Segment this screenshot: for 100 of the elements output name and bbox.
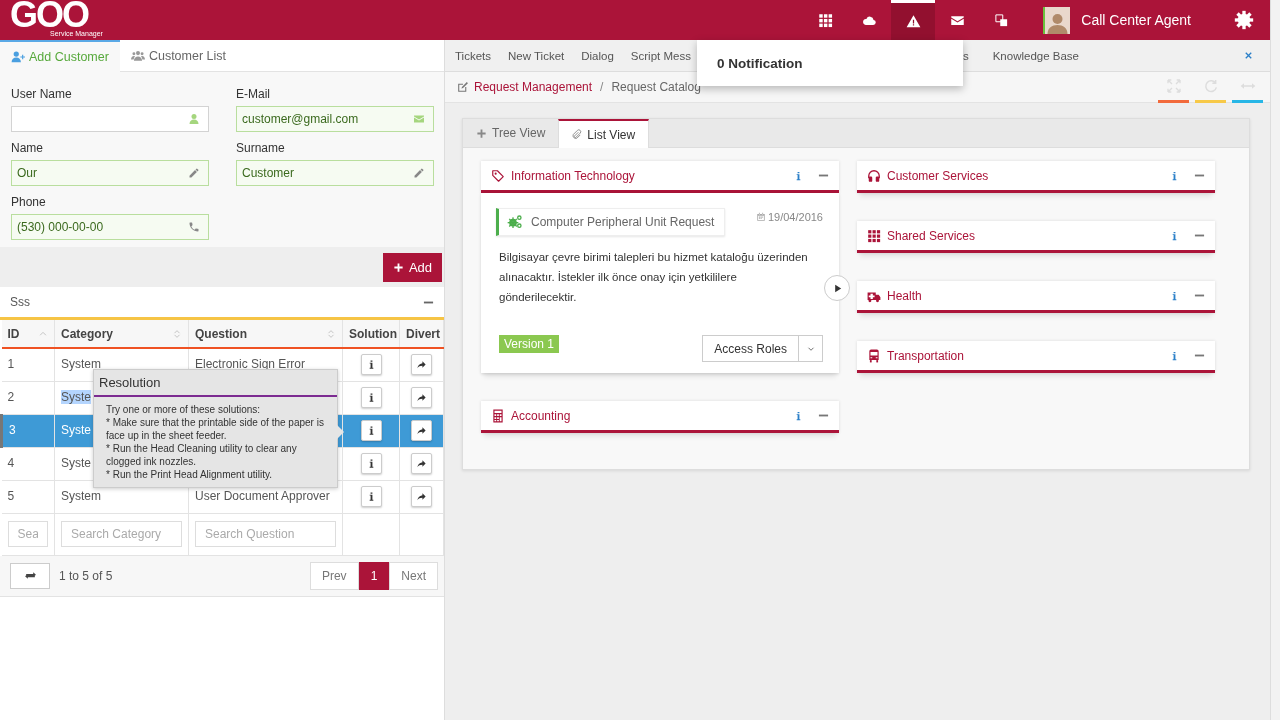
tooltip-text: Try one or more of these solutions: <box>106 403 262 416</box>
phone-icon <box>188 221 200 233</box>
tooltip-text: * Run the Head Cleaning utility to clear any clogged ink nozzles. <box>106 442 298 468</box>
bus-icon <box>867 348 881 363</box>
tooltip-text: * Make sure that the printable side of the paper is face up in the sheet feeder. <box>106 416 325 442</box>
input-field[interactable]: Customer <box>236 160 434 186</box>
tag-icon <box>491 168 505 183</box>
info-button[interactable] <box>360 387 382 408</box>
scrollbar[interactable] <box>1270 0 1280 720</box>
category-title: Health <box>887 288 922 303</box>
forward-arrow-icon <box>416 458 427 469</box>
request-tag[interactable]: Computer Peripheral Unit Request <box>496 208 726 236</box>
warning-button[interactable] <box>891 0 936 40</box>
request-date: 19/04/2016 <box>767 211 823 223</box>
input-field[interactable] <box>11 106 209 132</box>
field-label: Surname <box>236 140 286 156</box>
gears-icon <box>507 214 523 230</box>
nav-tab[interactable]: New Ticket <box>508 49 565 62</box>
table-cell: 5 <box>7 488 15 503</box>
prev-button[interactable]: Prev <box>309 561 359 590</box>
calendar-icon <box>755 212 766 222</box>
info-button[interactable] <box>360 420 382 441</box>
divert-button[interactable] <box>411 420 432 441</box>
close-icon[interactable] <box>1243 50 1254 61</box>
divert-button[interactable] <box>411 354 432 376</box>
info-button[interactable] <box>360 453 382 474</box>
divert-button[interactable] <box>411 486 432 507</box>
expand-icon <box>1165 78 1182 94</box>
forward-arrow-icon <box>416 359 427 371</box>
table-cell: Syste <box>61 389 91 404</box>
nav-tab[interactable]: Tickets <box>455 49 491 62</box>
column-header[interactable]: Question <box>188 320 343 348</box>
column-header[interactable]: ID <box>1 320 55 348</box>
nav-tab[interactable]: Dialog <box>581 49 614 62</box>
table-cell: User Document Approver <box>195 488 330 503</box>
paperclip-icon <box>571 129 583 140</box>
next-button[interactable] <box>824 275 850 301</box>
field-label: E-Mail <box>236 86 271 102</box>
catalog-panel-bar[interactable]: Transportation <box>857 341 1215 373</box>
user-icon <box>188 113 200 125</box>
search-field[interactable]: Sea <box>7 521 48 547</box>
plus-icon <box>476 127 487 139</box>
info-button[interactable] <box>360 354 382 376</box>
users-icon <box>130 49 145 63</box>
expand-button[interactable] <box>1158 78 1189 103</box>
avatar[interactable] <box>1043 6 1071 34</box>
page-button[interactable]: 1 <box>358 561 390 590</box>
breadcrumb-separator: / <box>600 80 604 94</box>
headphones-icon <box>867 168 881 183</box>
info-button[interactable] <box>360 486 382 507</box>
refresh-button[interactable] <box>10 562 50 589</box>
table-cell: Syste <box>61 455 91 470</box>
forward-arrow-icon <box>416 392 427 403</box>
catalog-panel-bar[interactable]: Customer Services <box>857 161 1215 193</box>
nav-tab[interactable]: Knowledge Base <box>992 49 1079 62</box>
input-field[interactable]: Our <box>11 160 209 186</box>
input-field[interactable]: (530) 000-00-00 <box>11 214 209 240</box>
edit-icon <box>456 80 469 94</box>
apps-icon <box>817 12 833 28</box>
user-name[interactable]: Call Center Agent <box>1081 12 1191 28</box>
category-title: Transportation <box>887 348 964 363</box>
sort-icon <box>172 328 182 339</box>
catalog-panel-bar[interactable]: Accounting <box>481 401 839 433</box>
breadcrumb-item[interactable]: Request Management <box>474 80 593 94</box>
divert-button[interactable] <box>411 453 432 474</box>
input-field[interactable]: customer@gmail.com <box>236 106 434 132</box>
nav-tab[interactable]: s <box>962 49 969 62</box>
catalog-panel-bar[interactable]: Shared Services <box>857 221 1215 253</box>
column-header[interactable]: Category <box>54 320 189 348</box>
add-button[interactable]: Add <box>383 252 442 282</box>
catalog-panel-bar[interactable]: Information Technology <box>481 161 839 193</box>
table-cell: Syste <box>61 422 91 437</box>
customer-tab[interactable]: Customer List <box>119 40 237 72</box>
search-field[interactable]: Search Category <box>61 521 182 547</box>
catalog-panel-bar[interactable]: Health <box>857 281 1215 313</box>
panel-title: Sss <box>10 295 30 309</box>
plus-icon <box>392 261 404 273</box>
logo-text: GOO <box>10 1 88 29</box>
table-cell: 4 <box>7 455 15 470</box>
pencil-icon <box>413 167 425 179</box>
settings-icon[interactable] <box>1234 10 1254 30</box>
search-field[interactable]: Search Question <box>195 521 336 547</box>
refresh-icon <box>1202 78 1219 94</box>
view-tab[interactable]: List View <box>558 119 650 148</box>
notification-text: 0 Notification <box>717 55 803 71</box>
apps-icon <box>867 228 881 243</box>
divert-button[interactable] <box>411 387 432 408</box>
next-button[interactable]: Next <box>389 561 438 590</box>
column-header[interactable]: Divert <box>399 320 444 348</box>
category-title: Customer Services <box>887 168 989 183</box>
access-roles-button[interactable]: Access Roles <box>702 335 799 362</box>
nav-tab[interactable]: Script Mess <box>630 49 691 62</box>
category-title: Accounting <box>511 408 571 423</box>
table-cell: 1 <box>7 357 15 371</box>
request-description: Bilgisayar çevre birimi talepleri bu hizmet kataloğu üzerinden alınacaktır. İstekler ilk önce onay için yetkililere gönderilecektir. <box>499 250 809 305</box>
tooltip-text: * Run the Print Head Alignment utility. <box>106 468 273 481</box>
column-header[interactable]: Solution <box>342 320 400 348</box>
forward-arrow-icon <box>416 491 427 502</box>
view-tab[interactable]: Tree View <box>464 119 559 147</box>
pencil-icon <box>188 167 200 179</box>
